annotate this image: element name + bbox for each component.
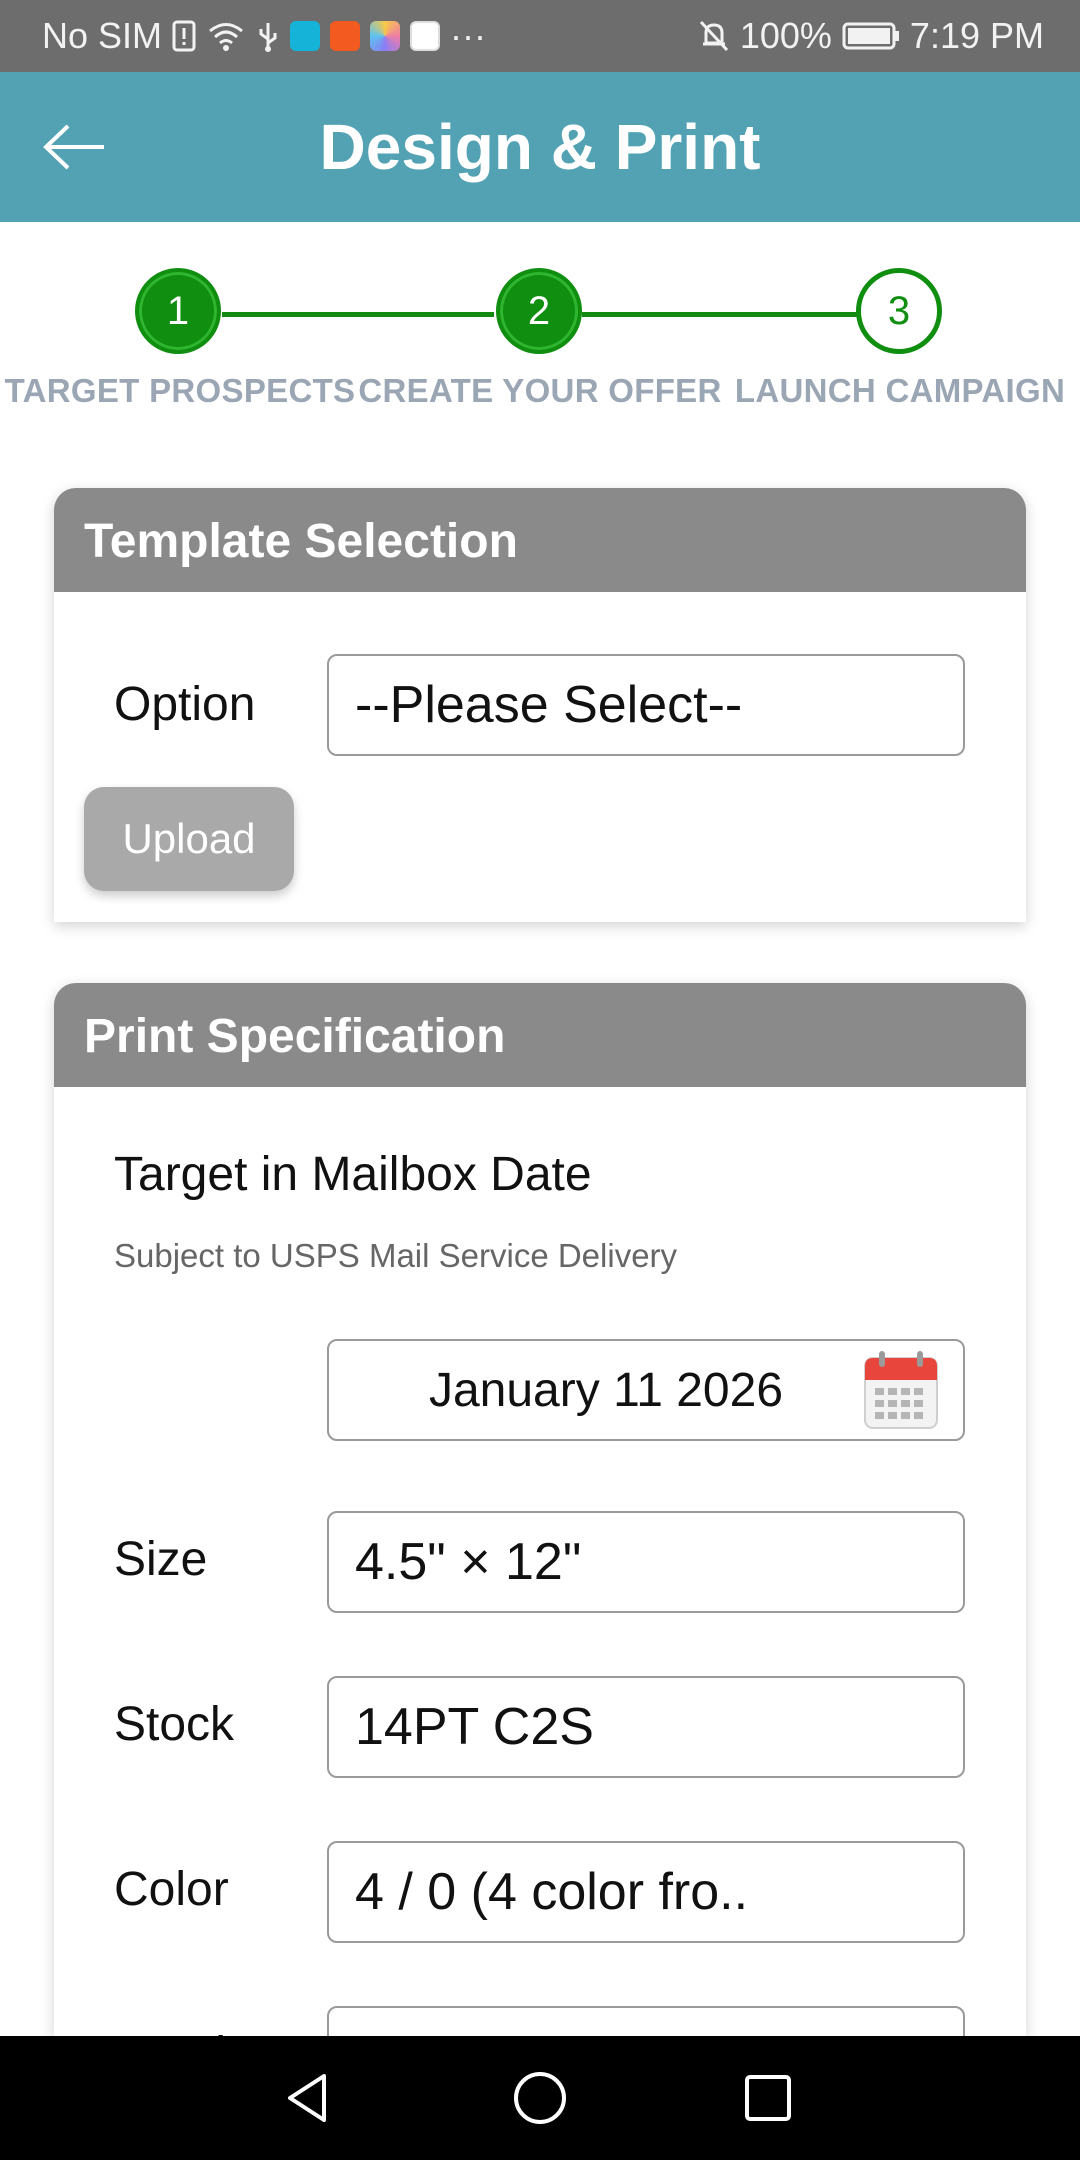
- step-3-label: LAUNCH CAMPAIGN: [734, 372, 1066, 409]
- status-bar: No SIM ··· 100% 7:19 PM: [0, 0, 1080, 72]
- calendar-icon[interactable]: [863, 1350, 939, 1442]
- stock-label: Stock: [114, 1698, 235, 1751]
- square-recents-icon: [745, 2075, 791, 2121]
- photos-app-icon: [370, 21, 401, 51]
- color-label: Color: [114, 1863, 229, 1916]
- option-label: Option: [114, 678, 256, 731]
- template-selection-card: Template Selection Option --Please Selec…: [54, 488, 1026, 922]
- stock-field[interactable]: 14PT C2S: [327, 1676, 965, 1778]
- page-title: Design & Print: [319, 111, 761, 183]
- mailbox-date-value: January 11 2026: [428, 1363, 784, 1417]
- battery-percent: 100%: [739, 15, 832, 56]
- wifi-icon: [206, 20, 246, 52]
- app-bar: Design & Print: [0, 72, 1080, 222]
- status-right: 100% 7:19 PM: [698, 0, 1044, 72]
- option-select[interactable]: --Please Select--: [327, 654, 965, 756]
- map-pin-app-icon: [410, 21, 441, 51]
- upload-button[interactable]: Upload: [84, 787, 294, 891]
- template-selection-body: Option --Please Select-- Upload: [54, 592, 1026, 922]
- system-nav-bar: [0, 2036, 1080, 2160]
- step-3-circle[interactable]: 3: [856, 268, 942, 354]
- more-notifications: ···: [450, 15, 486, 56]
- circle-home-icon: [514, 2072, 566, 2124]
- print-specification-card: Print Specification Target in Mailbox Da…: [54, 983, 1026, 2036]
- step-1-number: 1: [166, 288, 190, 333]
- sim-alert-icon: [172, 20, 196, 52]
- play-app-icon: [330, 21, 361, 51]
- bell-muted-icon: [698, 19, 730, 53]
- status-left: No SIM ···: [42, 0, 486, 72]
- coating-label: Coati: [114, 2027, 226, 2036]
- usb-icon: [256, 19, 280, 53]
- step-2-number: 2: [527, 288, 551, 333]
- nav-home-button[interactable]: [500, 2058, 580, 2138]
- size-field[interactable]: 4.5" × 12": [327, 1511, 965, 1613]
- print-specification-body: Target in Mailbox Date Subject to USPS M…: [54, 1087, 1026, 2036]
- nav-back-button[interactable]: [268, 2058, 348, 2138]
- mailbox-date-picker[interactable]: January 11 2026: [327, 1339, 965, 1441]
- step-2-circle[interactable]: 2: [496, 268, 582, 354]
- step-connector-1-2: [222, 312, 494, 317]
- print-specification-title: Print Specification: [54, 983, 1026, 1087]
- step-2-label: CREATE YOUR OFFER: [358, 372, 722, 409]
- clock: 7:19 PM: [909, 15, 1044, 56]
- nav-recents-button[interactable]: [728, 2058, 808, 2138]
- step-3-number: 3: [887, 288, 911, 333]
- color-field[interactable]: 4 / 0 (4 color fro..: [327, 1841, 965, 1943]
- book-app-icon: [290, 21, 321, 51]
- step-1-circle[interactable]: 1: [135, 268, 221, 354]
- size-label: Size: [114, 1533, 208, 1586]
- mailbox-date-note: Subject to USPS Mail Service Delivery: [114, 1237, 678, 1274]
- battery-icon: [842, 21, 900, 51]
- coating-field[interactable]: Matt: [327, 2006, 965, 2036]
- mailbox-date-label: Target in Mailbox Date: [114, 1148, 592, 1201]
- carrier-text: No SIM: [42, 15, 163, 56]
- step-1-label: TARGET PROSPECTS: [4, 372, 356, 409]
- progress-stepper: 1 2 3 TARGET PROSPECTS CREATE YOUR OFFER…: [0, 222, 1080, 422]
- triangle-back-icon: [288, 2074, 326, 2122]
- step-connector-2-3: [582, 312, 858, 317]
- template-selection-title: Template Selection: [54, 488, 1026, 592]
